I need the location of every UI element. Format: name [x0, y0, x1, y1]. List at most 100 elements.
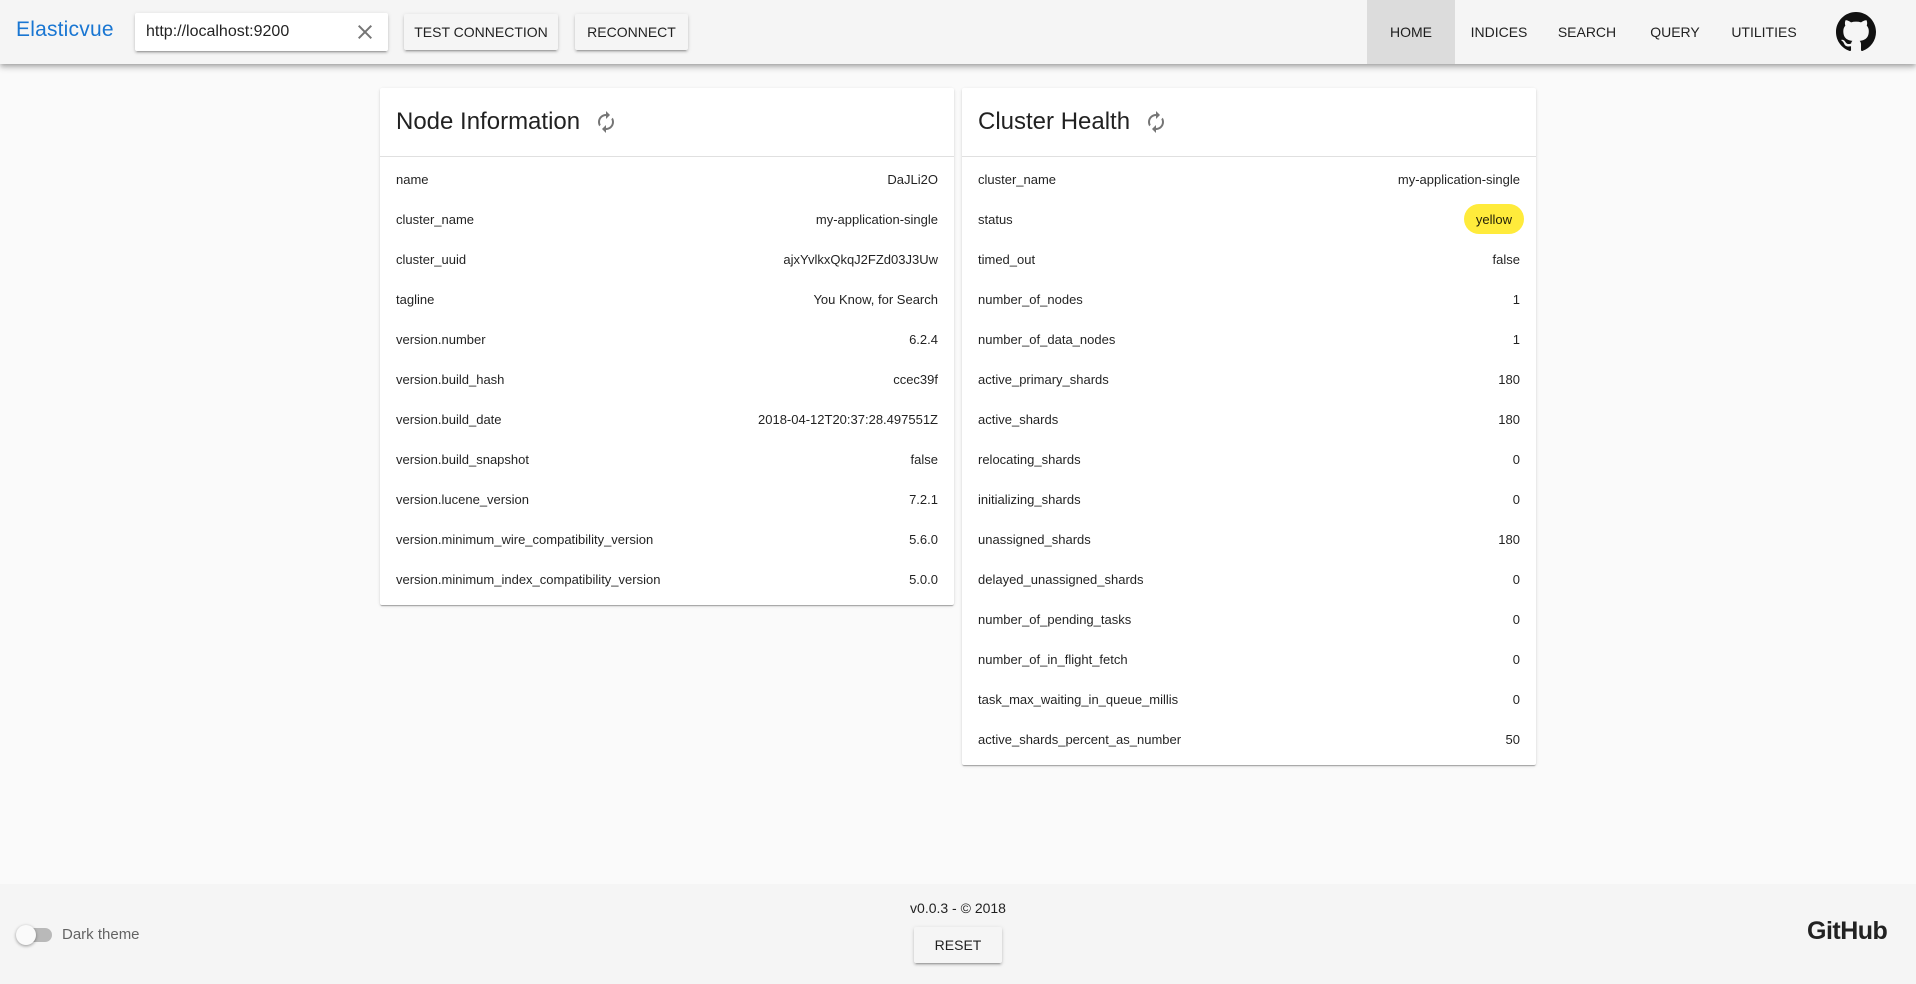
table-row: status yellow: [962, 199, 1536, 239]
row-key: version.number: [396, 331, 486, 347]
nav-utilities[interactable]: Utilities: [1719, 0, 1809, 64]
row-key: version.lucene_version: [396, 491, 529, 507]
row-key: delayed_unassigned_shards: [978, 571, 1144, 587]
row-value: 1: [1512, 331, 1520, 347]
table-row: cluster_name my-application-single: [380, 199, 954, 239]
card-title: Node Information: [396, 108, 581, 135]
test-connection-button[interactable]: Test connection: [404, 14, 558, 50]
card-title: Cluster Health: [978, 108, 1131, 135]
url-field[interactable]: [135, 13, 388, 51]
nav-search[interactable]: Search: [1543, 0, 1631, 64]
table-row: number_of_data_nodes 1: [962, 319, 1536, 359]
url-input[interactable]: [146, 21, 346, 43]
row-key: version.minimum_wire_compatibility_versi…: [396, 531, 654, 547]
row-value: 50: [1505, 731, 1520, 747]
row-key: version.minimum_index_compatibility_vers…: [396, 571, 661, 587]
dark-theme-label: Dark theme: [62, 926, 140, 943]
row-value: 5.0.0: [909, 571, 938, 587]
card-header: Node Information: [380, 88, 954, 157]
table-row: version.build_snapshot false: [380, 439, 954, 479]
row-value: 0: [1512, 571, 1520, 587]
row-value: 0: [1512, 691, 1520, 707]
row-key: active_shards_percent_as_number: [978, 731, 1182, 747]
table-row: task_max_waiting_in_queue_millis 0: [962, 679, 1536, 719]
row-value: my-application-single: [1397, 171, 1520, 187]
status-badge: yellow: [1463, 204, 1524, 234]
table-row: name DaJLi2O: [380, 159, 954, 199]
row-value: 2018-04-12T20:37:28.497551Z: [758, 411, 938, 427]
table-row: number_of_in_flight_fetch 0: [962, 639, 1536, 679]
table-row: version.build_hash ccec39f: [380, 359, 954, 399]
row-key: initializing_shards: [978, 491, 1081, 507]
row-value: You Know, for Search: [813, 291, 938, 307]
row-value: 6.2.4: [909, 331, 938, 347]
table-row: version.minimum_index_compatibility_vers…: [380, 559, 954, 599]
table-row: cluster_uuid ajxYvlkxQkqJ2FZd03J3Uw: [380, 239, 954, 279]
cluster-health-card: Cluster Health cluster_name my-applicatio…: [962, 88, 1536, 765]
table-row: version.minimum_wire_compatibility_versi…: [380, 519, 954, 559]
row-key: version.build_date: [396, 411, 502, 427]
table-row: version.build_date 2018-04-12T20:37:28.49…: [380, 399, 954, 439]
row-value: ccec39f: [893, 371, 938, 387]
github-icon[interactable]: [1836, 12, 1876, 52]
row-value: 1: [1512, 291, 1520, 307]
toggle-thumb: [16, 925, 36, 945]
row-key: active_primary_shards: [978, 371, 1109, 387]
app-toolbar: Elasticvue Test connection Reconnect Hom…: [0, 0, 1916, 64]
row-key: name: [396, 171, 429, 187]
row-key: version.build_snapshot: [396, 451, 529, 467]
table-row: number_of_pending_tasks 0: [962, 599, 1536, 639]
table-row: active_shards_percent_as_number 50: [962, 719, 1536, 759]
row-value: 0: [1512, 651, 1520, 667]
table-row: delayed_unassigned_shards 0: [962, 559, 1536, 599]
table-row: unassigned_shards 180: [962, 519, 1536, 559]
main-nav: Home Indices Search Query Utilities: [1367, 0, 1809, 64]
reconnect-button[interactable]: Reconnect: [575, 14, 688, 50]
row-value: 0: [1512, 491, 1520, 507]
row-value: false: [910, 451, 938, 467]
nav-query[interactable]: Query: [1631, 0, 1719, 64]
refresh-icon[interactable]: [1144, 110, 1168, 134]
close-icon[interactable]: [353, 20, 377, 44]
version-text: v0.0.3 - © 2018: [910, 900, 1006, 916]
row-key: relocating_shards: [978, 451, 1081, 467]
table-row: tagline You Know, for Search: [380, 279, 954, 319]
row-key: timed_out: [978, 251, 1036, 267]
table-row: active_primary_shards 180: [962, 359, 1536, 399]
row-value: 180: [1498, 411, 1520, 427]
row-value: false: [1492, 251, 1520, 267]
app-brand[interactable]: Elasticvue: [16, 18, 114, 42]
row-value: 0: [1512, 611, 1520, 627]
table-row: relocating_shards 0: [962, 439, 1536, 479]
row-value: 0: [1512, 451, 1520, 467]
table-row: number_of_nodes 1: [962, 279, 1536, 319]
row-key: version.build_hash: [396, 371, 505, 387]
nav-home[interactable]: Home: [1367, 0, 1455, 64]
node-information-card: Node Information name DaJLi2O cluster_nam…: [380, 88, 954, 605]
row-key: number_of_pending_tasks: [978, 611, 1132, 627]
nav-indices[interactable]: Indices: [1455, 0, 1543, 64]
card-header: Cluster Health: [962, 88, 1536, 157]
app-footer: Dark theme v0.0.3 - © 2018 Reset GitHub: [0, 884, 1916, 984]
row-key: active_shards: [978, 411, 1059, 427]
table-row: active_shards 180: [962, 399, 1536, 439]
row-key: task_max_waiting_in_queue_millis: [978, 691, 1179, 707]
github-link[interactable]: GitHub: [1807, 917, 1888, 946]
row-key: status: [978, 211, 1013, 227]
reset-button[interactable]: Reset: [914, 927, 1002, 963]
table-row: version.lucene_version 7.2.1: [380, 479, 954, 519]
row-key: cluster_uuid: [396, 251, 467, 267]
row-key: unassigned_shards: [978, 531, 1091, 547]
row-key: cluster_name: [396, 211, 475, 227]
row-value: 7.2.1: [909, 491, 938, 507]
row-key: number_of_nodes: [978, 291, 1083, 307]
dark-theme-toggle[interactable]: [16, 925, 52, 945]
table-row: timed_out false: [962, 239, 1536, 279]
row-value: 180: [1498, 371, 1520, 387]
cluster-health-table: cluster_name my-application-single status…: [962, 157, 1536, 759]
table-row: initializing_shards 0: [962, 479, 1536, 519]
refresh-icon[interactable]: [594, 110, 618, 134]
table-row: cluster_name my-application-single: [962, 159, 1536, 199]
row-value: 5.6.0: [909, 531, 938, 547]
row-value: ajxYvlkxQkqJ2FZd03J3Uw: [783, 251, 938, 267]
